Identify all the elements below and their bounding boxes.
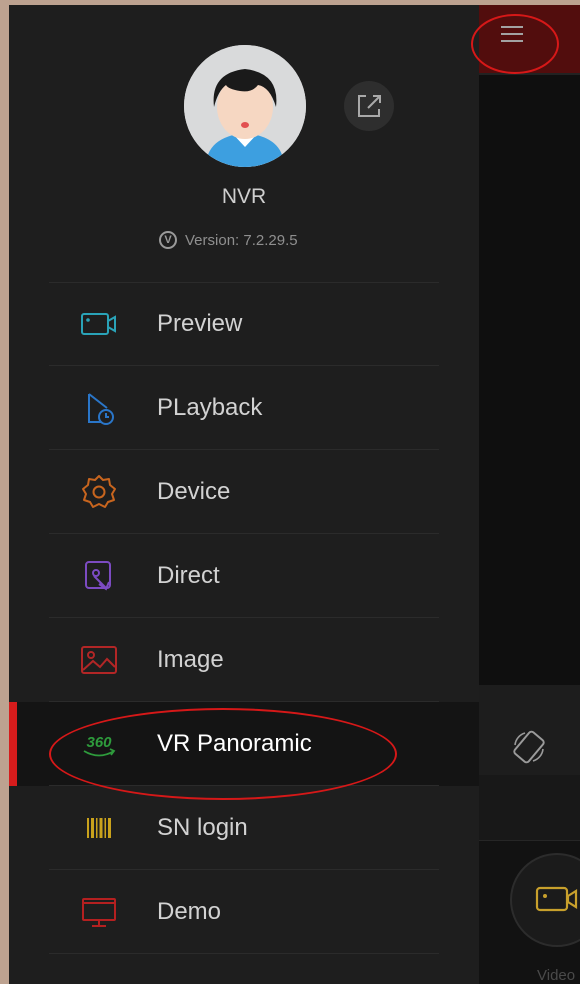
- direct-link-icon: [85, 561, 111, 591]
- menu-item-label: Demo: [157, 898, 222, 925]
- menu-item-label: SN login: [157, 814, 248, 841]
- barcode-icon: [87, 818, 111, 838]
- image-icon: [81, 646, 117, 674]
- video-camera-icon: [535, 886, 578, 912]
- rotate-screen-icon[interactable]: [509, 727, 549, 767]
- vr-360-icon: 360: [83, 734, 116, 757]
- hamburger-menu-icon[interactable]: [497, 22, 527, 46]
- avatar-face-icon: [184, 45, 306, 167]
- menu-item-playback[interactable]: PLayback: [9, 366, 479, 450]
- video-button-label: Video: [537, 967, 576, 984]
- version-logo-icon: V: [159, 231, 177, 249]
- menu-item-preview[interactable]: Preview: [9, 282, 479, 366]
- share-button[interactable]: [344, 81, 394, 131]
- version-text: Version: 7.2.29.5: [185, 231, 298, 249]
- gear-icon: [82, 475, 116, 508]
- menu-item-image[interactable]: Image: [9, 618, 479, 702]
- menu-item-label: Image: [157, 646, 224, 673]
- vr-360-text: 360: [86, 734, 112, 751]
- main-top-bar: [479, 5, 580, 73]
- app-frame: Video NVR V Version: 7.2.29.5 Preview PL…: [9, 5, 580, 984]
- video-preview-area: [479, 75, 580, 685]
- menu-item-direct[interactable]: Direct: [9, 534, 479, 618]
- device-name: NVR: [221, 185, 267, 208]
- monitor-icon: [82, 898, 116, 927]
- menu-item-label: VR Panoramic: [157, 730, 312, 757]
- menu-item-label: Device: [157, 478, 231, 505]
- menu-item-label: PLayback: [157, 394, 263, 421]
- camera-icon: [81, 313, 116, 335]
- menu-item-demo[interactable]: Demo: [9, 870, 479, 954]
- menu-item-label: Direct: [157, 562, 220, 589]
- drawer-menu: Preview PLayback Device Direct Image 360…: [9, 282, 479, 954]
- toolbar-band-secondary: [479, 775, 580, 840]
- playback-file-clock-icon: [88, 393, 114, 425]
- version-info: V Version: 7.2.29.5: [159, 231, 298, 249]
- share-icon: [358, 95, 381, 117]
- navigation-drawer: NVR V Version: 7.2.29.5 Preview PLayback…: [9, 5, 479, 984]
- menu-item-sn-login[interactable]: SN login: [9, 786, 479, 870]
- user-avatar[interactable]: [184, 45, 306, 167]
- menu-item-vr-panoramic[interactable]: 360 VR Panoramic: [9, 702, 479, 786]
- menu-item-label: Preview: [157, 310, 243, 337]
- menu-item-device[interactable]: Device: [9, 450, 479, 534]
